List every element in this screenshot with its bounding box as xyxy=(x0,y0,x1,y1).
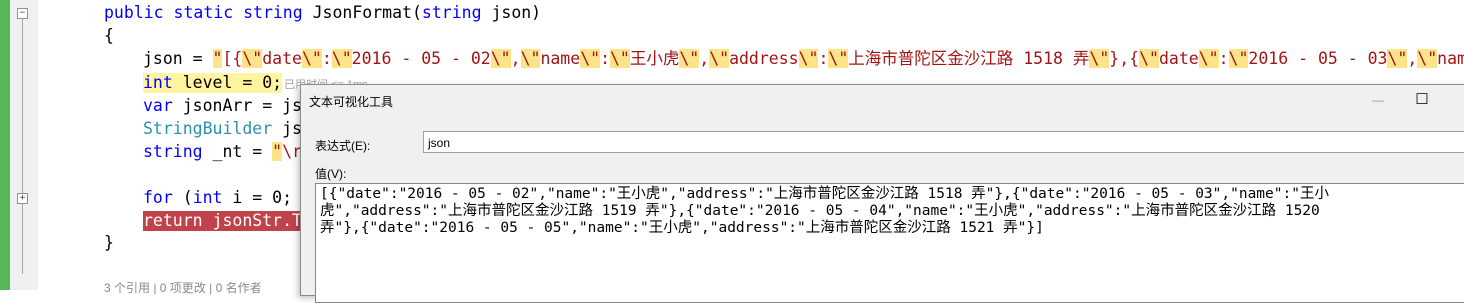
text-visualizer-dialog: 文本可视化工具 — ☐ 表达式(E): json 值(V): [{"date":… xyxy=(300,84,1464,303)
keyword: int xyxy=(192,188,223,207)
string-literal: : xyxy=(321,49,332,68)
maximize-icon[interactable]: ☐ xyxy=(1405,87,1439,113)
method-name: JsonFormat( xyxy=(302,3,422,22)
escape-sequence: \" xyxy=(610,49,630,68)
escape-sequence: \" xyxy=(1139,49,1159,68)
value-textbox[interactable]: [{"date":"2016 - 05 - 02","name":"王小虎","… xyxy=(315,183,1464,303)
string-literal: [{ xyxy=(222,49,243,68)
string-literal: , xyxy=(1407,49,1418,68)
escape-sequence: \" xyxy=(580,49,601,68)
escape-sequence: \" xyxy=(1417,49,1438,68)
code-text: jsonArr = jso xyxy=(172,96,312,115)
collapse-icon[interactable]: − xyxy=(17,8,28,19)
escape-sequence: \" xyxy=(1089,49,1110,68)
keyword: var xyxy=(143,96,173,115)
string-literal: , xyxy=(699,49,710,68)
string-quote: " xyxy=(272,142,283,161)
string-literal: 2016 - 05 - 02 xyxy=(351,49,491,68)
escape-sequence: \" xyxy=(1198,49,1219,68)
expand-icon[interactable]: + xyxy=(17,193,28,204)
keyword: string xyxy=(421,3,482,22)
code-line-current-statement[interactable]: int level = 0; xyxy=(143,73,283,93)
code-text: i = 0; i xyxy=(222,188,312,207)
escape-sequence: \" xyxy=(301,49,322,68)
parameter: json) xyxy=(481,3,542,22)
string-literal: : xyxy=(818,49,829,68)
minimize-icon[interactable]: — xyxy=(1361,87,1395,113)
escape-sequence: \" xyxy=(331,49,352,68)
escape-sequence: \" xyxy=(1387,49,1408,68)
value-label: 值(V): xyxy=(315,167,347,181)
code-line-close-brace[interactable]: } xyxy=(104,233,114,253)
escape-sequence: \" xyxy=(828,49,849,68)
string-quote: " xyxy=(212,49,223,68)
escape-sequence: \" xyxy=(1228,49,1249,68)
keyword: string xyxy=(143,142,203,161)
code-line-for-loop[interactable]: for (int i = 0; i xyxy=(143,188,312,208)
type-name: StringBuilder xyxy=(143,119,273,138)
code-text: _nt = xyxy=(202,142,273,161)
code-line-breakpoint-return[interactable]: return jsonStr.To xyxy=(143,211,312,231)
escape-sequence: \" xyxy=(520,49,541,68)
escape-sequence: \" xyxy=(709,49,730,68)
keyword: public static string xyxy=(104,3,303,22)
code-line-method-signature[interactable]: public static string JsonFormat(string j… xyxy=(104,3,541,23)
string-literal: 2016 - 05 - 03 xyxy=(1248,49,1388,68)
code-line-var[interactable]: var jsonArr = jso xyxy=(143,96,312,116)
code-line-open-brace[interactable]: { xyxy=(104,26,114,46)
string-literal: : xyxy=(600,49,610,68)
string-literal: : xyxy=(1218,49,1229,68)
string-literal: address xyxy=(729,49,799,68)
string-literal: 上海市普陀区金沙江路 1518 弄 xyxy=(848,49,1090,68)
string-literal: name xyxy=(1437,49,1464,68)
codelens-references[interactable]: 3 个引用 | 0 项更改 | 0 名作者 xyxy=(104,279,262,296)
string-literal: date xyxy=(262,49,302,68)
change-margin-bar xyxy=(0,0,10,290)
code-line-json-assign[interactable]: json = "[{\"date\":\"2016 - 05 - 02\",\"… xyxy=(143,49,1464,69)
string-literal: date xyxy=(1158,49,1199,68)
keyword: for xyxy=(143,188,173,207)
outline-line xyxy=(22,14,23,274)
expression-input[interactable]: json xyxy=(423,131,1464,153)
keyword: int xyxy=(143,73,173,92)
escape-sequence: \" xyxy=(798,49,819,68)
code-line-stringbuilder[interactable]: StringBuilder jso xyxy=(143,119,312,139)
code-text: ( xyxy=(172,188,193,207)
code-text: json = xyxy=(143,49,213,68)
code-line-newline-string[interactable]: string _nt = "\r\ xyxy=(143,142,312,162)
string-literal: },{ xyxy=(1109,49,1140,68)
string-literal: 王小虎 xyxy=(629,49,680,68)
code-text: level = 0; xyxy=(172,73,283,92)
escape-sequence: \" xyxy=(679,49,700,68)
string-literal: , xyxy=(510,49,521,68)
expression-label: 表达式(E): xyxy=(315,139,371,153)
escape-sequence: \" xyxy=(242,49,263,68)
dialog-title: 文本可视化工具 xyxy=(309,95,394,109)
escape-sequence: \" xyxy=(490,49,511,68)
string-literal: name xyxy=(540,49,581,68)
